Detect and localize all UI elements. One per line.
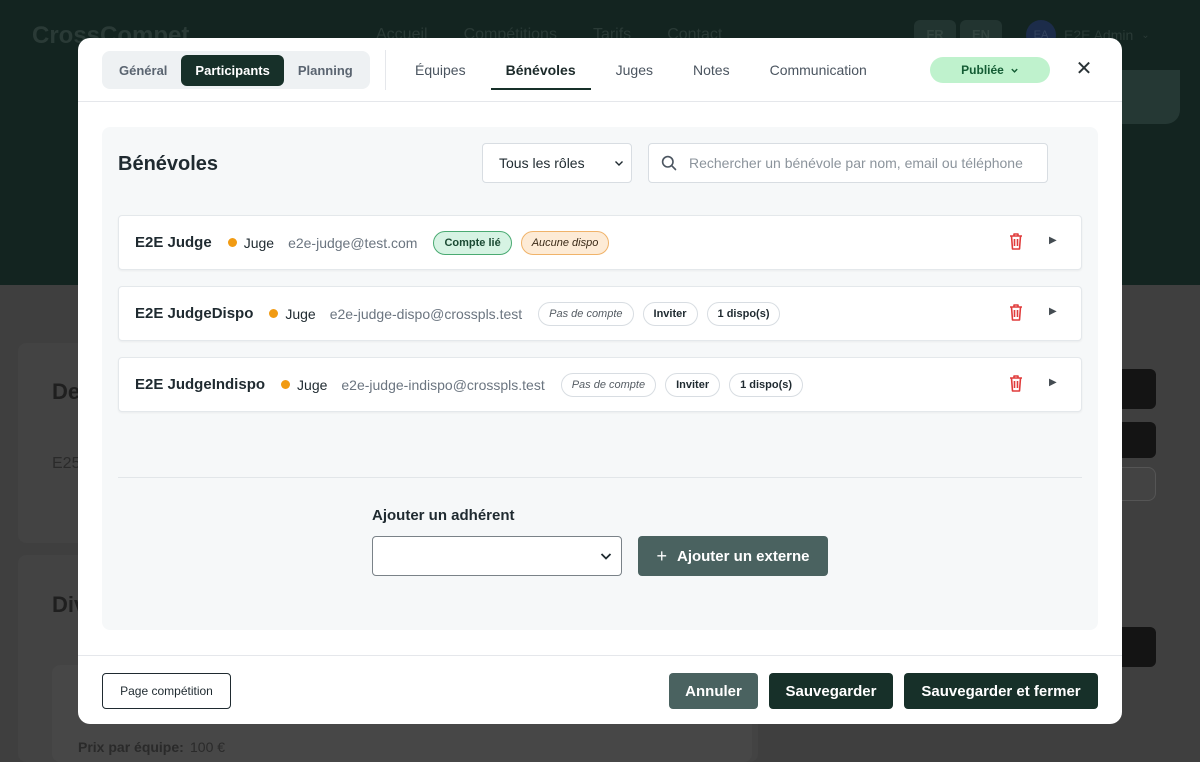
participant-tabs: Équipes Bénévoles Juges Notes Communicat… [400,38,892,102]
volunteer-name: E2E JudgeIndispo [135,376,266,393]
invite-button[interactable]: Inviter [642,301,698,326]
cancel-button[interactable]: Annuler [669,673,758,709]
segment-participants[interactable]: Participants [181,54,284,86]
chevron-down-icon [615,161,623,166]
role-dot-icon [269,309,279,318]
availability-badge: Aucune dispo [520,230,610,255]
tab-teams[interactable]: Équipes [400,38,481,102]
divider [118,477,1082,478]
volunteer-list: E2E Judge Juge e2e-judge@test.com Compte… [118,215,1082,428]
modal-header: Général Participants Planning Équipes Bé… [78,38,1122,102]
header-divider [385,50,386,90]
segment-planning[interactable]: Planning [284,55,367,86]
background-text: E25 [52,455,81,472]
volunteer-name: E2E Judge [135,234,212,251]
modal-footer: Page compétition Annuler Sauvegarder Sau… [78,655,1122,724]
add-member-label: Ajouter un adhérent [372,507,515,524]
chevron-down-icon: ⌄ [1141,29,1150,41]
background-price-value: 100 € [190,739,226,755]
add-external-button[interactable]: + Ajouter un externe [638,536,828,576]
volunteer-search [648,143,1048,183]
volunteer-email: e2e-judge-dispo@crosspls.test [329,305,523,322]
trash-icon[interactable] [1007,231,1025,251]
search-input[interactable] [689,155,1029,171]
expand-arrow-icon[interactable]: ▶ [1049,377,1057,388]
role-dot-icon [227,238,237,247]
volunteer-name: E2E JudgeDispo [135,305,254,322]
volunteer-email: e2e-judge-indispo@crosspls.test [341,376,545,393]
account-badge: Compte lié [433,230,512,255]
volunteer-role: Juge [243,234,275,251]
role-filter-select[interactable]: Tous les rôles [482,143,632,183]
section-switcher: Général Participants Planning [102,51,370,89]
background-heading: De [52,379,81,404]
list-item: E2E Judge Juge e2e-judge@test.com Compte… [118,215,1082,270]
list-item: E2E JudgeIndispo Juge e2e-judge-indispo@… [118,357,1082,412]
add-member-select[interactable] [372,536,622,576]
save-and-close-button[interactable]: Sauvegarder et fermer [904,673,1098,709]
role-dot-icon [281,380,291,389]
account-badge: Pas de compte [560,372,657,397]
add-external-label: Ajouter un externe [676,547,810,565]
list-item: E2E JudgeDispo Juge e2e-judge-dispo@cros… [118,286,1082,341]
competition-page-button[interactable]: Page compétition [102,673,231,709]
tab-notes[interactable]: Notes [678,38,745,102]
expand-arrow-icon[interactable]: ▶ [1049,235,1057,246]
close-icon[interactable]: ✕ [1074,56,1094,80]
account-badge: Pas de compte [538,301,634,326]
role-filter-value: Tous les rôles [499,155,585,171]
volunteer-email: e2e-judge@test.com [288,234,418,251]
plus-icon: + [656,545,667,566]
chevron-down-icon [600,553,612,560]
status-dropdown[interactable]: Publiée [930,57,1050,83]
background-price-label: Prix par équipe: [78,739,184,755]
competition-edit-modal: Général Participants Planning Équipes Bé… [78,38,1122,724]
volunteers-panel: Bénévoles Tous les rôles E2E Judge Juge … [102,127,1098,630]
section-title: Bénévoles [118,153,219,175]
availability-badge: 1 dispo(s) [729,372,804,397]
segment-general[interactable]: Général [105,55,181,86]
tab-communication[interactable]: Communication [755,38,882,102]
volunteer-role: Juge [297,376,328,393]
expand-arrow-icon[interactable]: ▶ [1049,306,1057,317]
tab-volunteers[interactable]: Bénévoles [490,38,591,102]
tab-judges[interactable]: Juges [601,38,668,102]
availability-badge: 1 dispo(s) [706,301,781,326]
invite-button[interactable]: Inviter [665,372,721,397]
save-button[interactable]: Sauvegarder [769,673,893,709]
volunteer-role: Juge [285,305,316,322]
trash-icon[interactable] [1007,302,1025,322]
status-label: Publiée [961,63,1004,77]
search-icon [649,155,689,171]
chevron-down-icon [1011,68,1018,73]
trash-icon[interactable] [1007,373,1025,393]
